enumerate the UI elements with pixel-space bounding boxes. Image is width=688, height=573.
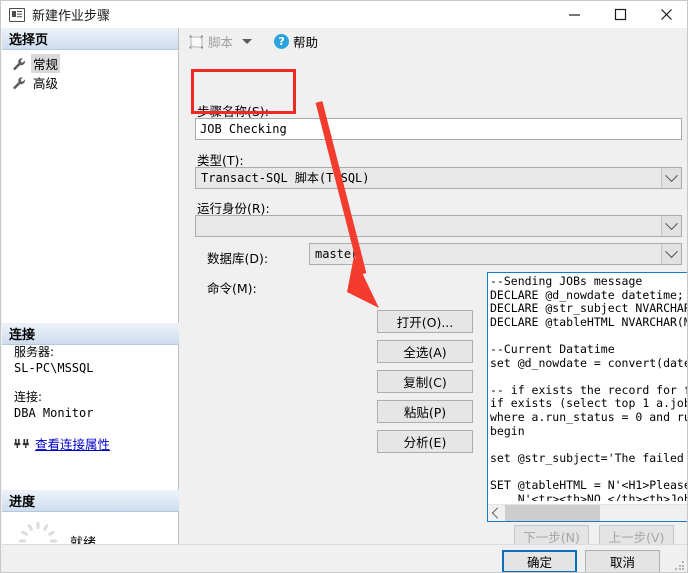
scroll-left-arrow-icon[interactable] [488, 505, 504, 521]
sidebar-item-general[interactable]: 常规 [2, 54, 178, 73]
paste-button[interactable]: 粘贴(P) [377, 400, 473, 423]
cancel-button[interactable]: 取消 [585, 550, 660, 572]
wrench-icon [12, 57, 26, 71]
step-name-input[interactable]: JOB Checking [195, 118, 682, 140]
database-label: 数据库(D): [207, 251, 269, 266]
close-button[interactable] [643, 1, 687, 28]
page-list: 常规 高级 [2, 50, 178, 92]
sidebar-item-advanced[interactable]: 高级 [2, 73, 178, 92]
open-button[interactable]: 打开(O)... [377, 310, 473, 333]
chevron-down-icon[interactable] [661, 244, 681, 264]
connection-header: 连接 [2, 323, 185, 345]
maximize-button[interactable] [597, 1, 643, 28]
select-page-header: 选择页 [2, 28, 178, 50]
database-combobox[interactable]: master [309, 243, 682, 265]
help-button[interactable]: ? 帮助 [270, 30, 322, 53]
chevron-down-icon[interactable] [242, 39, 253, 44]
sidebar-item-advanced-label: 高级 [33, 76, 59, 91]
connection-value: DBA Monitor [14, 406, 94, 420]
progress-header: 进度 [2, 490, 185, 512]
horizontal-scroll-thumb[interactable] [505, 505, 600, 521]
command-editor[interactable]: --Sending JOBs message DECLARE @d_nowdat… [487, 272, 687, 522]
chevron-down-icon[interactable] [661, 168, 681, 188]
wrench-icon [12, 76, 26, 90]
script-label: 脚本 [208, 35, 234, 50]
type-combobox[interactable]: Transact-SQL 脚本(T-SQL) [195, 167, 682, 189]
command-horizontal-scrollbar[interactable] [488, 504, 687, 521]
copy-button[interactable]: 复制(C) [377, 370, 473, 393]
command-text[interactable]: --Sending JOBs message DECLARE @d_nowdat… [490, 275, 687, 501]
left-panel: 选择页 常规 高级 连接 服务器: SL-PC\MSSQL 连接: DBA Mo… [2, 28, 185, 560]
dialog-footer: https://blog.csdn.net/q0010612?24 确定 取消 [2, 544, 687, 572]
plug-connection-icon [14, 437, 30, 451]
server-value: SL-PC\MSSQL [14, 361, 94, 375]
chevron-down-icon[interactable] [661, 216, 681, 236]
script-button[interactable]: 脚本 [185, 30, 256, 53]
right-panel: 脚本 ? 帮助 步骤名称(S): JOB Checking 类型(T): Tra… [179, 28, 687, 548]
ok-button[interactable]: 确定 [502, 550, 577, 572]
window-title: 新建作业步骤 [32, 9, 111, 24]
sidebar-item-general-label: 常规 [31, 54, 61, 73]
script-icon [189, 35, 204, 49]
parse-button[interactable]: 分析(E) [377, 430, 473, 453]
database-value: master [315, 247, 359, 261]
help-label: 帮助 [293, 35, 319, 50]
new-job-step-dialog: 新建作业步骤 选择页 常规 高级 连接 服务器: SL-PC\MSSQL 连接:… [0, 0, 688, 573]
resize-grip[interactable] [675, 561, 685, 571]
server-label: 服务器: [14, 345, 55, 359]
view-connection-properties-row[interactable]: 查看连接属性 [2, 434, 178, 453]
help-question-icon: ? [274, 34, 290, 49]
window-dialog-icon [9, 7, 25, 22]
connection-body: 服务器: SL-PC\MSSQL 连接: DBA Monitor 查看连接属性 [2, 344, 178, 453]
view-connection-properties-link[interactable]: 查看连接属性 [35, 434, 110, 453]
connection-label: 连接: [14, 390, 43, 404]
command-label: 命令(M): [207, 281, 257, 296]
select-all-button[interactable]: 全选(A) [377, 340, 473, 363]
type-value: Transact-SQL 脚本(T-SQL) [201, 171, 370, 185]
minimize-button[interactable] [551, 1, 597, 28]
toolbar: 脚本 ? 帮助 [179, 28, 687, 55]
runas-combobox[interactable] [195, 215, 682, 237]
title-bar: 新建作业步骤 [1, 1, 687, 28]
